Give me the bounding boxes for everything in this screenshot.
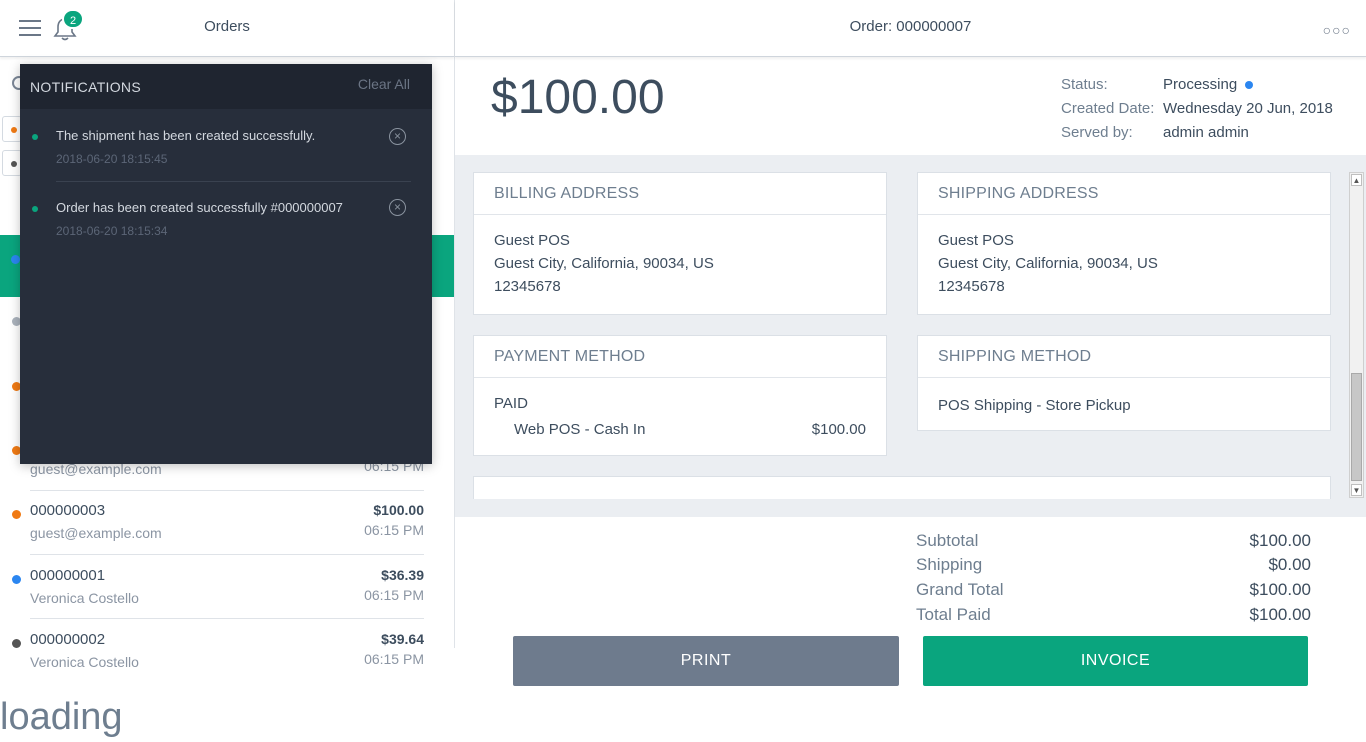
payment-status: PAID (494, 395, 528, 412)
notification-item: Order has been created successfully #000… (20, 186, 432, 258)
notification-message: Order has been created successfully #000… (56, 200, 343, 215)
address-line: Guest POS (938, 232, 1014, 249)
close-icon[interactable]: × (389, 199, 406, 216)
payment-line: Web POS - Cash In $100.00 (494, 418, 866, 444)
status-label: Status: (1061, 76, 1108, 93)
shipping-method-body: POS Shipping - Store Pickup (918, 378, 1330, 431)
notification-dot (32, 134, 38, 140)
total-paid-label: Total Paid (916, 605, 991, 624)
invoice-button[interactable]: INVOICE (923, 636, 1308, 686)
order-customer: Veronica Costello (30, 590, 139, 606)
close-icon[interactable]: × (389, 128, 406, 145)
order-customer: guest@example.com (30, 525, 162, 541)
print-button[interactable]: PRINT (513, 636, 899, 686)
grand-total-label: Grand Total (916, 580, 1004, 599)
loading-text: loading (0, 696, 123, 738)
filter-chip-grey[interactable] (2, 150, 22, 176)
detail-scrollbar[interactable]: ▲ ▼ (1349, 172, 1364, 498)
order-number: 000000001 (30, 567, 106, 584)
notifications-panel: NOTIFICATIONS Clear All The shipment has… (20, 64, 432, 464)
notifications-title: NOTIFICATIONS (30, 79, 141, 95)
order-row[interactable]: 000000001 Veronica Costello $36.39 06:15… (0, 555, 424, 619)
order-row[interactable]: 000000002 Veronica Costello $39.64 06:15… (0, 619, 424, 683)
orders-title: Orders (204, 18, 250, 35)
shipping-method-value: POS Shipping - Store Pickup (938, 397, 1131, 414)
notification-divider (56, 181, 411, 182)
payment-amount: $100.00 (811, 421, 866, 438)
order-number: 000000003 (30, 502, 106, 519)
shipping-method-title: SHIPPING METHOD (918, 336, 1330, 378)
subtotal-label: Subtotal (916, 531, 979, 550)
shipping-address-title: SHIPPING ADDRESS (918, 173, 1330, 215)
more-options-icon[interactable]: ○○○ (1323, 22, 1351, 38)
status-dot (11, 255, 20, 264)
order-time: 06:15 PM (364, 587, 424, 603)
order-customer: Veronica Costello (30, 654, 139, 670)
order-amount: $100.00 (373, 502, 424, 518)
order-amount: $39.64 (381, 631, 424, 647)
notifications-header: NOTIFICATIONS Clear All (20, 64, 432, 109)
shipping-address-card: SHIPPING ADDRESS Guest POS Guest City, C… (917, 172, 1331, 315)
additional-card (473, 476, 1331, 499)
filter-chip-orange[interactable] (2, 116, 22, 142)
address-line: 12345678 (938, 278, 1005, 295)
created-value: Wednesday 20 Jun, 2018 (1163, 100, 1333, 117)
status-dot (1245, 81, 1254, 90)
served-value: admin admin (1163, 124, 1249, 141)
address-line: Guest City, California, 90034, US (494, 255, 714, 272)
status-dot (12, 639, 21, 648)
scroll-down-icon[interactable]: ▼ (1351, 484, 1362, 496)
order-row[interactable]: 000000003 guest@example.com $100.00 06:1… (0, 490, 424, 554)
shipping-address-body: Guest POS Guest City, California, 90034,… (918, 215, 1330, 312)
grand-total-value: $100.00 (1249, 580, 1311, 599)
notification-dot (32, 206, 38, 212)
payment-method-name: Web POS - Cash In (514, 421, 646, 438)
status-value: Processing (1163, 76, 1254, 93)
billing-address-title: BILLING ADDRESS (474, 173, 886, 215)
clear-all-button[interactable]: Clear All (358, 76, 410, 92)
notification-message: The shipment has been created successful… (56, 128, 316, 143)
status-dot (12, 510, 21, 519)
payment-method-card: PAYMENT METHOD PAID Web POS - Cash In $1… (473, 335, 887, 456)
notification-time: 2018-06-20 18:15:45 (56, 152, 168, 166)
notification-time: 2018-06-20 18:15:34 (56, 224, 168, 238)
address-line: 12345678 (494, 278, 561, 295)
order-amount: $36.39 (381, 567, 424, 583)
order-time: 06:15 PM (364, 651, 424, 667)
shipping-label: Shipping (916, 555, 983, 574)
served-label: Served by: (1061, 124, 1133, 141)
scroll-up-icon[interactable]: ▲ (1351, 174, 1362, 186)
status-dot (12, 575, 21, 584)
created-label: Created Date: (1061, 100, 1155, 117)
total-paid-value: $100.00 (1249, 605, 1311, 624)
order-detail-header: Order: 000000007 ○○○ (455, 0, 1366, 57)
shipping-method-card: SHIPPING METHOD POS Shipping - Store Pic… (917, 335, 1331, 431)
address-line: Guest POS (494, 232, 570, 249)
order-time: 06:15 PM (364, 522, 424, 538)
orders-header: 2 Orders (0, 0, 454, 57)
shipping-value: $0.00 (1268, 555, 1311, 574)
payment-method-title: PAYMENT METHOD (474, 336, 886, 378)
order-title: Order: 000000007 (849, 18, 972, 35)
notification-item: The shipment has been created successful… (20, 114, 432, 186)
scroll-thumb[interactable] (1351, 373, 1362, 481)
order-amount-total: $100.00 (491, 71, 665, 124)
billing-address-card: BILLING ADDRESS Guest POS Guest City, Ca… (473, 172, 887, 315)
order-number: 000000002 (30, 631, 106, 648)
payment-method-body: PAID Web POS - Cash In $100.00 (474, 378, 886, 458)
address-line: Guest City, California, 90034, US (938, 255, 1158, 272)
subtotal-value: $100.00 (1249, 531, 1311, 550)
billing-address-body: Guest POS Guest City, California, 90034,… (474, 215, 886, 312)
